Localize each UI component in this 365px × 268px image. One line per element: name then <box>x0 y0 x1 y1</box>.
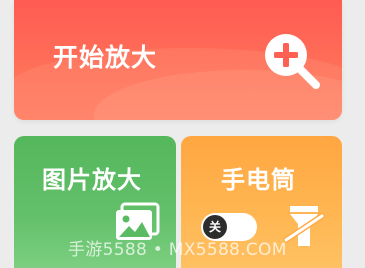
picture-zoom-label: 图片放大 <box>42 166 142 194</box>
start-zoom-label: 开始放大 <box>53 43 158 72</box>
watermark: 手游5588 • MX5588.COM <box>68 240 287 260</box>
start-zoom-card[interactable]: 开始放大 <box>14 0 342 120</box>
flashlight-label: 手电筒 <box>221 166 296 194</box>
flashlight-off-icon <box>283 206 325 246</box>
zoom-in-icon <box>265 34 320 89</box>
